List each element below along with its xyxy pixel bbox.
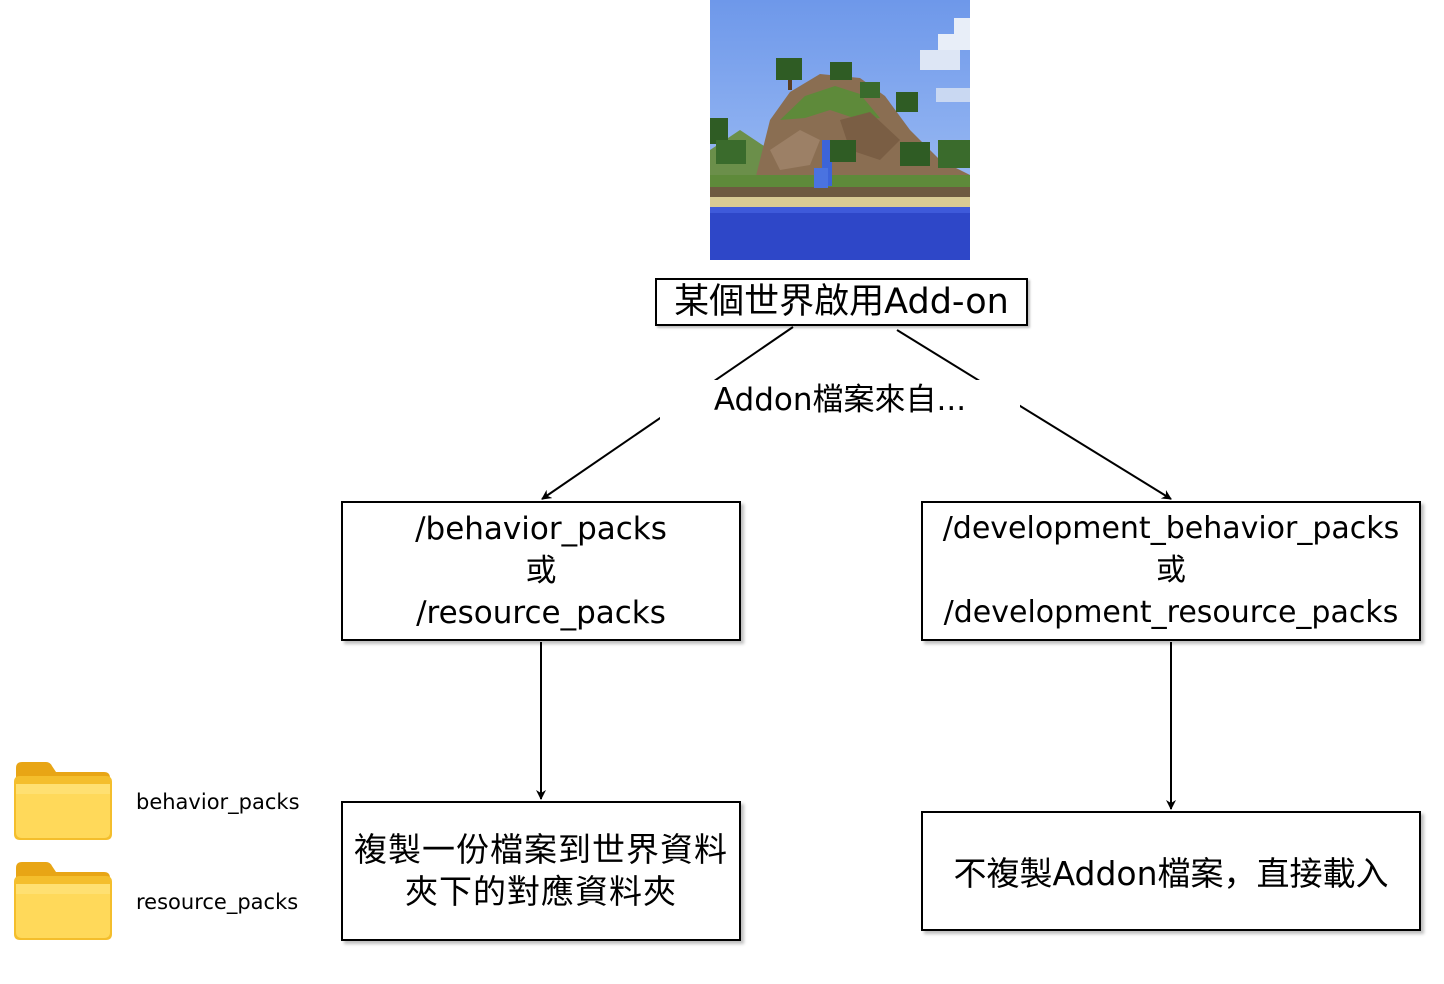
root-node: 某個世界啟用Add-on [655, 278, 1028, 326]
box-right-line-1: /development_behavior_packs [942, 511, 1400, 546]
box-right-line-2: 或 [1156, 553, 1186, 588]
root-label: 某個世界啟用Add-on [674, 281, 1009, 322]
edge-label: Addon檔案來自... [660, 380, 1020, 420]
box-left-line-1: /behavior_packs [415, 511, 667, 547]
box-copy-to-world-folder: 複製一份檔案到世界資料夾下的對應資料夾 [341, 801, 741, 941]
folder-label-resource-packs: resource_packs [136, 890, 299, 914]
folder-label-behavior-packs: behavior_packs [136, 790, 300, 814]
box-right-line-3: /development_resource_packs [943, 595, 1399, 630]
box-behavior-resource-packs: /behavior_packs 或 /resource_packs [341, 501, 741, 641]
box-development-packs: /development_behavior_packs 或 /developme… [921, 501, 1421, 641]
box-left-line-2: 或 [525, 553, 557, 589]
box-load-directly: 不複製Addon檔案，直接載入 [921, 811, 1421, 931]
diagram-canvas: 某個世界啟用Add-on Addon檔案來自... /behavior_pack… [0, 0, 1444, 984]
box-left-line-3: /resource_packs [416, 595, 666, 631]
minecraft-landscape-image [710, 0, 970, 260]
folder-icon [12, 860, 114, 942]
folder-icon [12, 760, 114, 842]
box-right-result-text: 不複製Addon檔案，直接載入 [953, 854, 1389, 893]
box-left-result-text: 複製一份檔案到世界資料夾下的對應資料夾 [354, 830, 728, 911]
